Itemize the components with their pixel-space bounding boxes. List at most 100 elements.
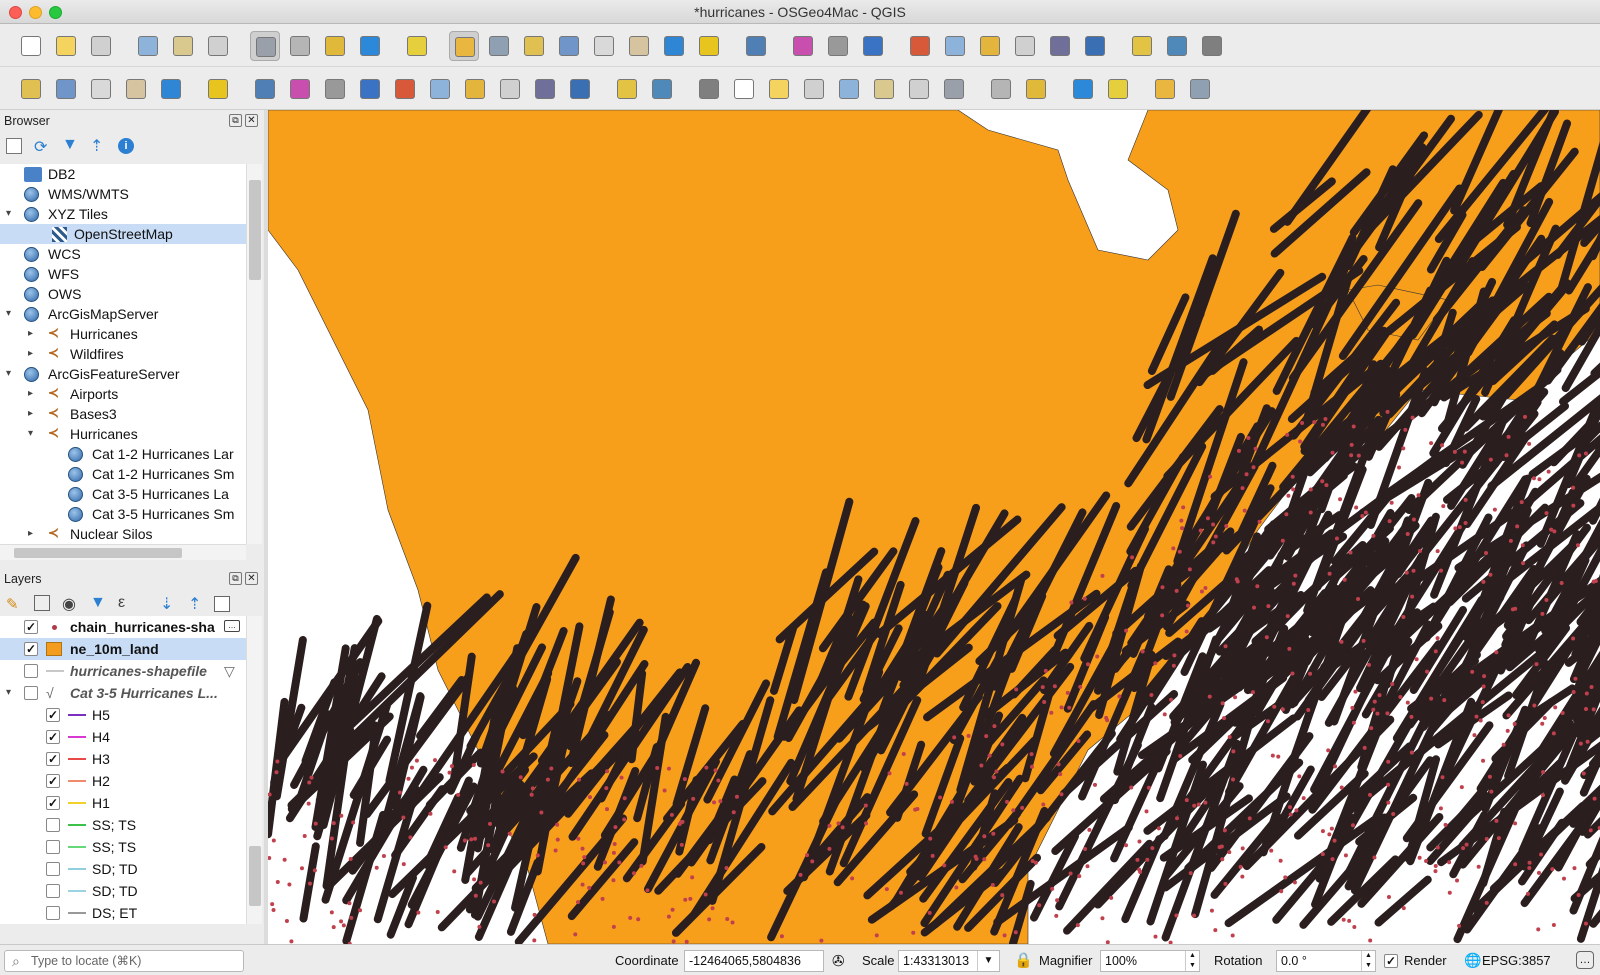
layer-visibility-checkbox[interactable]: ✓ [46, 730, 60, 744]
select-by-value-button[interactable] [940, 31, 970, 61]
modify-attributes-button[interactable] [425, 74, 455, 104]
layer-item[interactable]: ✓ H1 [0, 792, 246, 814]
browser-item[interactable]: ▾ ArcGisMapServer [0, 304, 246, 324]
lock-scale-icon[interactable]: 🔒 [1014, 951, 1033, 969]
filter-legend-icon[interactable]: ▼ [90, 594, 106, 612]
add-mesh-button[interactable] [203, 74, 233, 104]
browser-item[interactable]: ▸ ≺ Wildfires [0, 344, 246, 364]
cut-button[interactable] [495, 74, 525, 104]
layer-visibility-checkbox[interactable]: ✓ [46, 752, 60, 766]
open-project-button[interactable] [51, 31, 81, 61]
filter-icon[interactable]: ▼ [62, 136, 78, 154]
browser-hscroll-thumb[interactable] [14, 548, 182, 558]
label-pin-button[interactable] [764, 74, 794, 104]
collapse-arrow-icon[interactable]: ▾ [6, 204, 16, 224]
toolbox-button[interactable] [1045, 31, 1075, 61]
browser-item[interactable]: ▸ ≺ Airports [0, 384, 246, 404]
print-layout-button[interactable] [168, 31, 198, 61]
browser-item[interactable]: Cat 3-5 Hurricanes La [0, 484, 246, 504]
save-project-button[interactable] [86, 31, 116, 61]
collapse-arrow-icon[interactable]: ▾ [28, 424, 38, 444]
browser-item[interactable]: ▸ ≺ Bases3 [0, 404, 246, 424]
actions-button[interactable] [823, 31, 853, 61]
browser-item[interactable]: OpenStreetMap [0, 224, 246, 244]
magnifier-field[interactable]: 100% ▲ ▼ [1100, 950, 1200, 972]
save-as-button[interactable] [133, 31, 163, 61]
add-feature-button[interactable] [355, 74, 385, 104]
collapse-all-icon[interactable]: ⇡ [90, 136, 103, 156]
refresh-icon[interactable]: ⟳ [34, 137, 47, 157]
zoom-in-button[interactable] [320, 31, 350, 61]
help-button[interactable] [1150, 74, 1180, 104]
maximize-window-button[interactable] [49, 6, 62, 19]
edit-pencil-button[interactable] [250, 74, 280, 104]
expand-arrow-icon[interactable]: ▸ [28, 404, 38, 424]
layer-item[interactable]: SS; TS [0, 814, 246, 836]
render-checkbox[interactable]: ✓ [1384, 954, 1398, 968]
layer-item[interactable]: ✓ H5 [0, 704, 246, 726]
layer-visibility-checkbox[interactable] [46, 818, 60, 832]
text-annotation-button[interactable] [1197, 31, 1227, 61]
zoom-native-button[interactable] [519, 31, 549, 61]
expression-filter-icon[interactable]: ε [118, 594, 125, 612]
browser-item[interactable]: ▾ ≺ Hurricanes [0, 424, 246, 444]
layer-item[interactable]: ▾ √ Cat 3-5 Hurricanes L... [0, 682, 246, 704]
browser-item[interactable]: ▾ XYZ Tiles [0, 204, 246, 224]
expand-all-icon[interactable]: ⇣ [160, 594, 173, 614]
add-raster-button[interactable] [156, 74, 186, 104]
zoom-to-selection-button[interactable] [449, 31, 479, 61]
label-move-button[interactable] [834, 74, 864, 104]
magnifier-stepper[interactable]: ▲ ▼ [1185, 951, 1199, 971]
layer-item[interactable]: SD; TD [0, 858, 246, 880]
label-rotate-button[interactable] [869, 74, 899, 104]
toggle-edit-button[interactable] [285, 74, 315, 104]
layer-visibility-checkbox[interactable]: ✓ [46, 774, 60, 788]
browser-item[interactable]: ▾ ArcGisFeatureServer [0, 364, 246, 384]
browser-vscrollbar[interactable] [246, 164, 262, 544]
layer-visibility-checkbox[interactable] [46, 862, 60, 876]
zoom-to-layer-button[interactable] [484, 31, 514, 61]
browser-item[interactable]: WFS [0, 264, 246, 284]
pan-to-selection-button[interactable] [285, 31, 315, 61]
map-tips-button[interactable] [1162, 31, 1192, 61]
browser-hscrollbar[interactable] [0, 544, 246, 560]
browser-item[interactable]: WMS/WMTS [0, 184, 246, 204]
coordinate-field[interactable]: -12464065,5804836 [684, 950, 824, 972]
rotation-stepper[interactable]: ▲ ▼ [1361, 951, 1375, 971]
browser-item[interactable]: Cat 3-5 Hurricanes Sm [0, 504, 246, 524]
sum-button[interactable] [1080, 31, 1110, 61]
browser-item[interactable]: ▸ ≺ Hurricanes [0, 324, 246, 344]
layout-manager-button[interactable] [203, 31, 233, 61]
collapse-arrow-icon[interactable]: ▾ [6, 364, 16, 384]
visibility-icon[interactable]: ◉ [62, 594, 76, 614]
layer-visibility-checkbox[interactable]: ✓ [24, 620, 38, 634]
add-group-icon[interactable] [34, 595, 50, 611]
georef-button[interactable] [1103, 74, 1133, 104]
digitize-button[interactable] [121, 74, 151, 104]
float-panel-icon[interactable]: ⧉ [229, 572, 242, 585]
layer-visibility-checkbox[interactable] [46, 840, 60, 854]
refresh-button[interactable] [741, 31, 771, 61]
select-button[interactable] [858, 31, 888, 61]
label-hide-button[interactable] [939, 74, 969, 104]
map-canvas[interactable] [268, 110, 1600, 944]
expand-arrow-icon[interactable]: ▸ [28, 324, 38, 344]
locator-search-field[interactable]: ⌕ Type to locate (⌘K) [4, 950, 244, 972]
label-show-button[interactable] [799, 74, 829, 104]
info-icon[interactable]: i [118, 138, 134, 154]
vertex-tool-button[interactable] [390, 74, 420, 104]
close-panel-icon[interactable]: ✕ [245, 572, 258, 585]
collapse-all-icon[interactable]: ⇡ [188, 594, 201, 614]
identify-button[interactable] [788, 31, 818, 61]
layers-vscrollbar[interactable] [246, 616, 262, 924]
browser-item[interactable]: WCS [0, 244, 246, 264]
add-layer-button[interactable] [16, 74, 46, 104]
new-project-button[interactable] [16, 31, 46, 61]
diagram-button[interactable] [729, 74, 759, 104]
zoom-out-button[interactable] [355, 31, 385, 61]
rotation-field[interactable]: 0.0 ° ▲ ▼ [1276, 950, 1376, 972]
layer-visibility-checkbox[interactable]: ✓ [46, 708, 60, 722]
layer-visibility-checkbox[interactable]: ✓ [24, 642, 38, 656]
add-vector-button[interactable] [86, 74, 116, 104]
add-selected-icon[interactable] [6, 138, 22, 154]
